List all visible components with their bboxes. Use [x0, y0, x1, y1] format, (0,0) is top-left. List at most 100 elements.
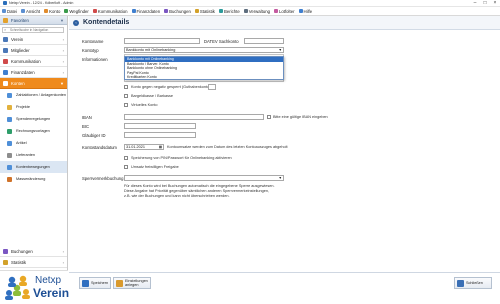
umsatz-checkbox[interactable] [124, 165, 128, 169]
menu-item-3[interactable]: Wegfinder [64, 9, 89, 14]
app-icon [3, 1, 7, 5]
chevron-icon: › [62, 69, 64, 75]
sidebar-item-label: Statistik [11, 259, 27, 265]
sidebar-subitem-7[interactable]: Massenänderung [0, 173, 67, 185]
bic-input[interactable] [124, 123, 196, 129]
chevron-icon: › [62, 259, 64, 265]
virtuell-label: Virtuelles Konto [131, 103, 158, 107]
kontostand-date-value: 31.01.2021 [126, 145, 146, 149]
title-bar: Netxp:Verein - 12/24 - Kdberlloft - Admi… [0, 0, 500, 7]
sidebar-subitem-1[interactable]: Projekte [0, 101, 67, 113]
subitem-icon [7, 116, 12, 122]
datev-input[interactable] [244, 38, 284, 44]
speicherung-checkbox[interactable] [124, 156, 128, 160]
sidebar-subitem-0[interactable]: Zahlaktionen / Anlagenkonten [0, 89, 67, 101]
sidebar-item-2[interactable]: Kommunikation › [0, 56, 67, 67]
subitem-icon [7, 104, 12, 110]
sidebar-subitem-5[interactable]: Lieferanten [0, 149, 67, 161]
chevron-icon: › [62, 58, 64, 64]
menu-icon [64, 9, 69, 13]
logo-text-top: Netxp [35, 275, 62, 286]
sidebar-item-label: Konten [11, 80, 25, 86]
sidebar-item-1[interactable]: Mitglieder › [0, 45, 67, 56]
subitem-icon [7, 92, 12, 98]
sidebar-subitem-4[interactable]: Artikel [0, 137, 67, 149]
bargeld-checkbox[interactable] [124, 94, 128, 98]
sidebar-item-label: Finanzdaten [11, 69, 35, 75]
kontotyp-option[interactable]: Kreditkarten Konto [125, 75, 283, 80]
menu-icon [298, 9, 303, 13]
menu-item-label: Berichte [223, 8, 240, 14]
close-button[interactable]: Schließen [454, 277, 492, 289]
kontotyp-value: Bankkonto mit Onlinebanking [126, 48, 176, 52]
menu-item-0[interactable]: Datei [2, 9, 17, 14]
chevron-icon: ▼ [60, 80, 64, 86]
menu-item-label: Finanzdaten [136, 8, 161, 14]
sidebar-bottom-item-1[interactable]: Statistik › [0, 257, 67, 268]
bargeld-label: Bargeldkasse / Barkasse [131, 94, 173, 98]
menu-icon [273, 9, 278, 13]
kontotyp-select[interactable]: Bankkonto mit Onlinebanking ▼ [124, 47, 284, 53]
favorites-header[interactable]: Favoriten ▼ [0, 16, 67, 25]
glaeubiger-input[interactable] [124, 132, 196, 138]
back-arrow-icon[interactable]: ‹ [73, 19, 79, 26]
menu-item-10[interactable]: Lotfolter [273, 8, 295, 14]
menu-item-label: Wegfinder [69, 8, 89, 14]
menu-icon [92, 9, 97, 13]
iban-label: IBAN [82, 115, 92, 120]
glaeubiger-label: Gläubiger ID [82, 133, 106, 138]
menu-item-1[interactable]: Ansicht [21, 9, 40, 14]
navigation-search: ⌕ [0, 25, 67, 34]
sidebar-item-label: Verein [11, 36, 24, 42]
menu-item-label: Lotfolter [278, 8, 295, 14]
subitem-icon [7, 152, 12, 158]
menu-item-4[interactable]: Kommunikation [92, 8, 128, 14]
iban-input[interactable] [124, 114, 264, 120]
menu-item-8[interactable]: Berichte [218, 8, 240, 14]
sidebar-subitem-2[interactable]: Spendenregelungen [0, 113, 67, 125]
menu-item-label: Kommunikation [97, 8, 128, 14]
sidebar-subitem-label: Artikel [16, 140, 27, 145]
save-icon [82, 279, 89, 287]
bic-label: BIC [82, 124, 89, 129]
page-title: Kontendetails [83, 19, 130, 26]
sidebar-subitem-label: Lieferanten [16, 152, 35, 157]
menu-item-6[interactable]: Buchungen [164, 9, 191, 14]
navigation-search-input[interactable] [2, 26, 64, 33]
sidebar-subitem-label: Spendenregelungen [16, 116, 51, 121]
menu-item-7[interactable]: Statistik [194, 9, 215, 14]
virtuell-checkbox[interactable] [124, 103, 128, 107]
sperrvermerk-select[interactable]: ▼ [124, 175, 284, 181]
sidebar-bottom-item-0[interactable]: Buchungen › [0, 246, 67, 257]
negativ-extra-box[interactable] [208, 84, 216, 90]
kontostand-date-input[interactable]: 31.01.2021 ▦ [124, 144, 164, 150]
sidebar-icon [3, 69, 8, 75]
sidebar-subitem-3[interactable]: Rechnungsvorlagen [0, 125, 67, 137]
negativ-checkbox[interactable] [124, 85, 128, 89]
menu-icon [2, 9, 6, 13]
close-window-button[interactable]: × [490, 0, 500, 7]
sidebar-subitem-label: Zahlaktionen / Anlagenkonten [16, 92, 67, 97]
maximize-button[interactable]: □ [480, 0, 490, 7]
calendar-icon[interactable]: ▦ [159, 145, 162, 149]
chevron-down-icon: ▼ [60, 17, 64, 23]
settings-button[interactable]: Einstellungen anlegen [113, 277, 151, 289]
sidebar-subitem-6[interactable]: Kontenbewegungen [0, 161, 67, 173]
kontotyp-dropdown: Bankkonto mit Onlinebanking Bankkonto / B… [124, 56, 284, 80]
sidebar-subitem-label: Rechnungsvorlagen [16, 128, 50, 133]
iban-check-checkbox[interactable] [267, 115, 271, 119]
menu-item-5[interactable]: Finanzdaten [131, 8, 161, 14]
save-button[interactable]: Speichern [79, 277, 111, 289]
menu-item-9[interactable]: Verwaltung [243, 9, 270, 14]
sidebar-item-0[interactable]: Verein › [0, 34, 67, 45]
menu-item-label: Datei [7, 8, 18, 14]
menu-item-2[interactable]: Konto [44, 9, 60, 14]
settings-icon [116, 279, 123, 287]
sidebar-item-3[interactable]: Finanzdaten › [0, 67, 67, 78]
minimize-button[interactable]: – [470, 0, 480, 7]
menu-item-11[interactable]: Hilfe [298, 9, 312, 14]
kontoname-input[interactable] [124, 38, 200, 44]
netxp-verein-logo: Netxp Verein [0, 270, 69, 304]
sidebar-item-4[interactable]: Konten ▼ [0, 78, 67, 89]
sidebar-subitem-label: Projekte [16, 104, 30, 109]
